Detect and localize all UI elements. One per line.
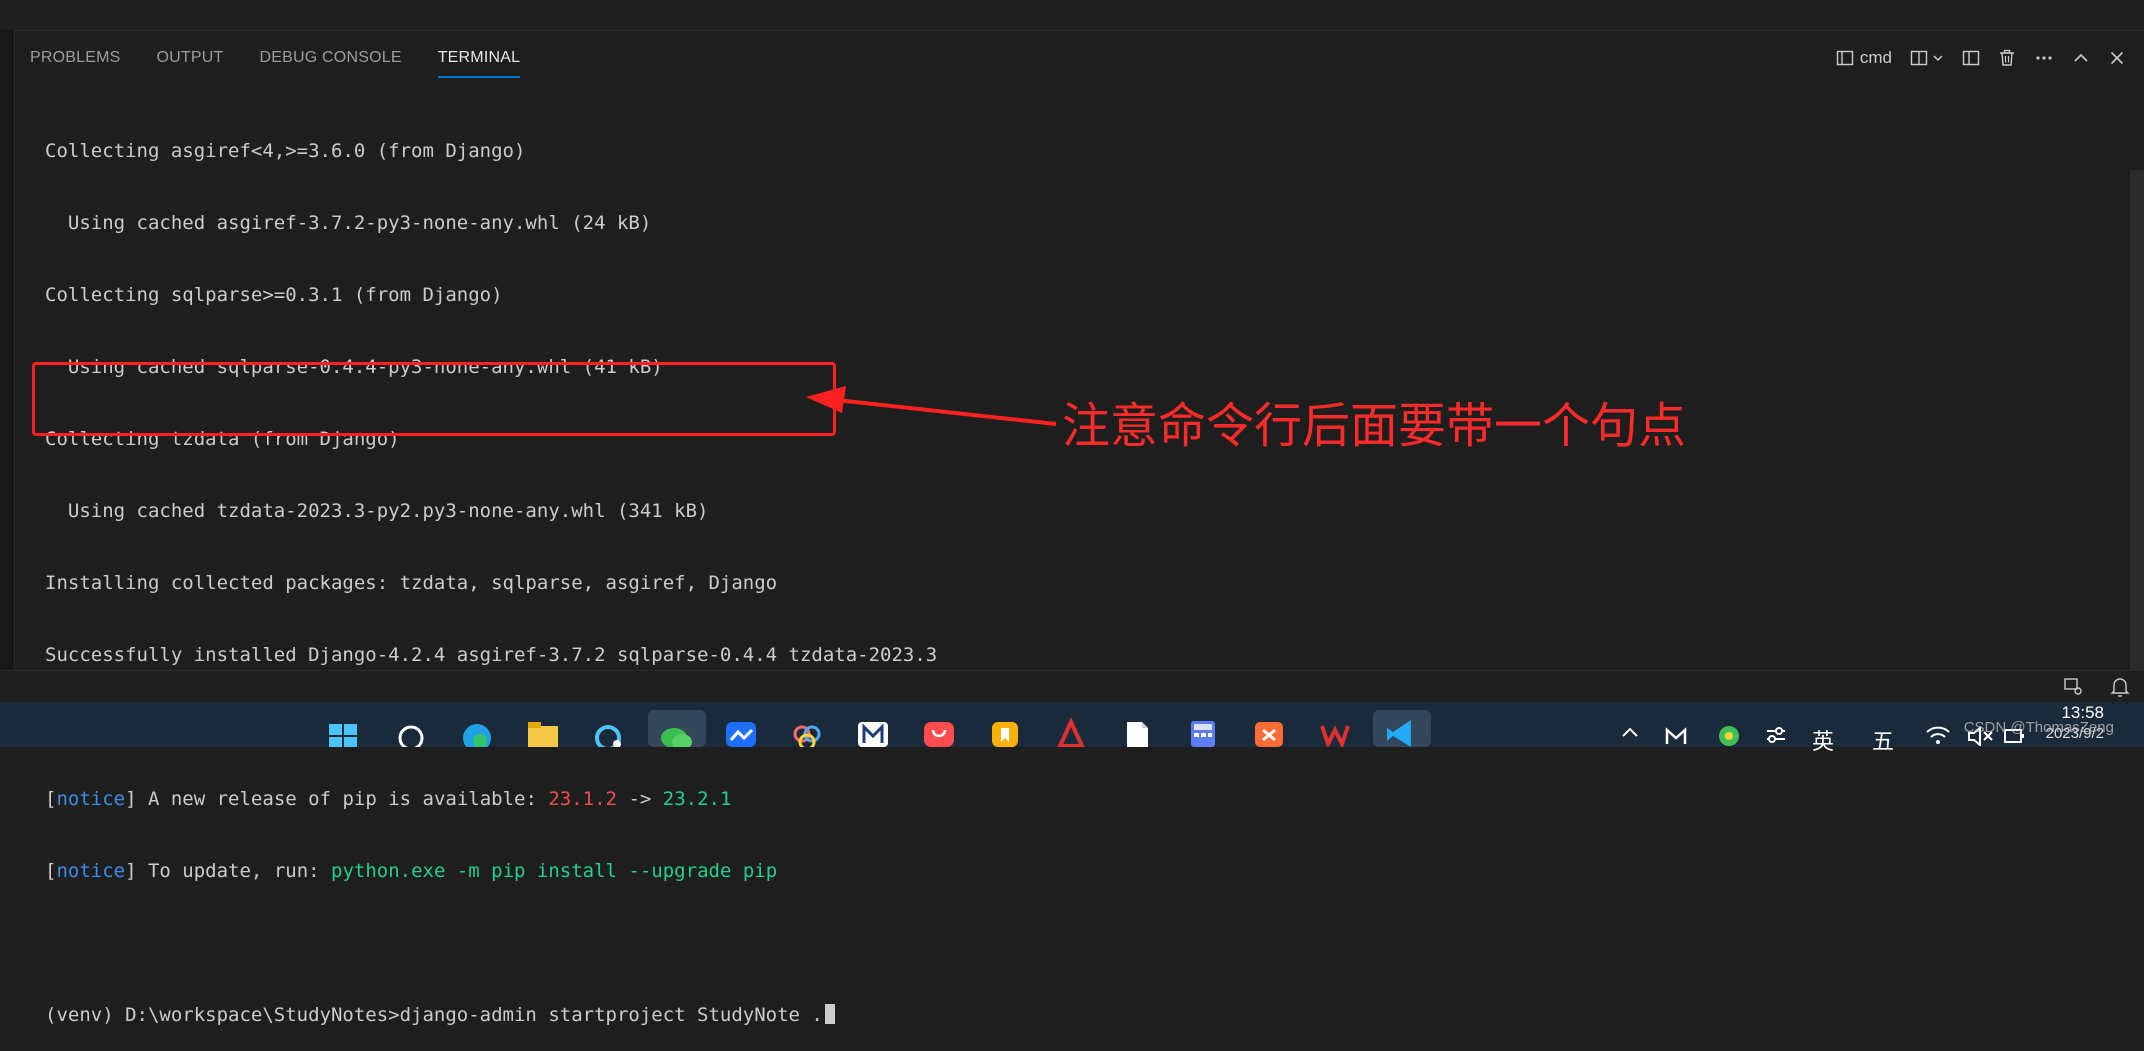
mark-icon[interactable] — [854, 710, 892, 747]
annotation-arrow — [806, 386, 1057, 426]
notice-bracket: ] — [125, 788, 137, 810]
tool-app-icon[interactable] — [1250, 710, 1288, 747]
notice-tag: notice — [56, 788, 126, 810]
file-explorer-icon[interactable] — [524, 710, 562, 747]
tray-app-icon[interactable] — [1716, 710, 1742, 752]
pip-notice-line: [notice] A new release of pip is availab… — [45, 787, 2095, 811]
text-cursor — [824, 1004, 835, 1024]
calculator-icon[interactable] — [1184, 710, 1222, 747]
pip-upgrade-command: python.exe -m pip install --upgrade pip — [331, 860, 778, 882]
notice-bracket: ] — [125, 860, 137, 882]
new-version: 23.2.1 — [662, 788, 732, 810]
vscode-icon[interactable] — [1373, 710, 1431, 747]
edge-icon[interactable] — [458, 710, 496, 752]
ime-mode[interactable]: 五 — [1872, 724, 1894, 756]
notice-text: To update, run: — [136, 860, 332, 882]
notice-text: A new release of pip is available: — [136, 788, 549, 810]
chevron-up-icon[interactable] — [1620, 712, 1640, 748]
start-icon[interactable] — [325, 710, 363, 747]
lark-icon[interactable] — [722, 710, 760, 747]
tray-settings-icon[interactable] — [1764, 710, 1788, 752]
old-version: 23.1.2 — [548, 788, 617, 810]
notice-bracket: [ — [45, 788, 57, 810]
tray-m-icon[interactable] — [1664, 710, 1688, 752]
status-bar — [0, 670, 2144, 703]
bookmark-app-icon[interactable] — [986, 710, 1024, 747]
wechat-icon[interactable] — [648, 710, 706, 750]
notice-bracket: [ — [45, 860, 57, 882]
wps-icon[interactable] — [1316, 710, 1354, 750]
file-icon[interactable] — [1118, 710, 1156, 747]
pip-update-line: [notice] To update, run: python.exe -m p… — [45, 859, 2095, 883]
ime-language[interactable]: 英 — [1812, 724, 1834, 756]
prompt-line[interactable]: (venv) D:\workspace\StudyNotes>django-ad… — [45, 1003, 2095, 1027]
app-icon[interactable] — [590, 710, 628, 751]
bell-icon[interactable] — [2110, 676, 2130, 702]
windows-taskbar: 英 五 13:58 2023/9/2 — [0, 702, 2144, 755]
search-icon[interactable] — [392, 710, 430, 751]
watermark: CSDN @ThomasZeng — [1963, 719, 2114, 736]
annotation-text: 注意命令行后面要带一个句点 — [1062, 398, 1687, 454]
terminal-scrollbar[interactable] — [2130, 170, 2144, 670]
notice-tag: notice — [56, 860, 126, 882]
photos-icon[interactable] — [788, 710, 826, 751]
version-arrow: -> — [617, 788, 663, 810]
feedback-icon[interactable] — [2062, 676, 2084, 702]
prompt-command: (venv) D:\workspace\StudyNotes>django-ad… — [45, 1004, 823, 1026]
huawei-appgallery-icon[interactable] — [920, 710, 958, 747]
wifi-icon[interactable] — [1924, 710, 1952, 752]
red-app-icon[interactable] — [1052, 710, 1090, 748]
